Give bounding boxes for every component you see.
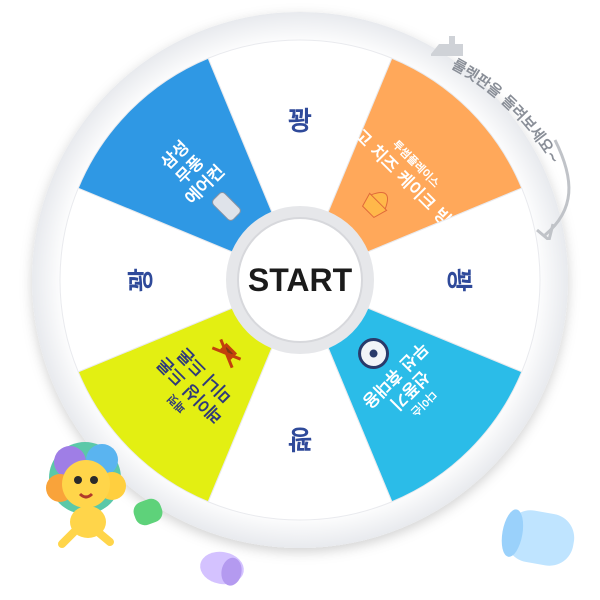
arrow-head-icon [536, 223, 555, 243]
prize-label: 꽝 [127, 268, 157, 292]
pointer-hand-icon [431, 36, 463, 56]
prize-label: 꽝 [443, 268, 473, 292]
segment-label-group: 꽝 [288, 107, 312, 137]
prize-label: 꽝 [288, 107, 312, 137]
prize-label: 꽝 [288, 423, 312, 453]
start-label: START [248, 262, 353, 298]
spin-hint-text: 룰렛판을 돌려보세요~ [449, 55, 564, 167]
spin-hint: 룰렛판을 돌려보세요~ [425, 20, 600, 243]
purple-capsule [200, 551, 244, 586]
segment-label-group: 꽝 [443, 268, 473, 292]
lion-mascot [46, 442, 126, 548]
segment-label-group: 꽝 [288, 423, 312, 453]
blue-capsule [501, 509, 575, 566]
segment-label-group: 꽝 [127, 268, 157, 292]
